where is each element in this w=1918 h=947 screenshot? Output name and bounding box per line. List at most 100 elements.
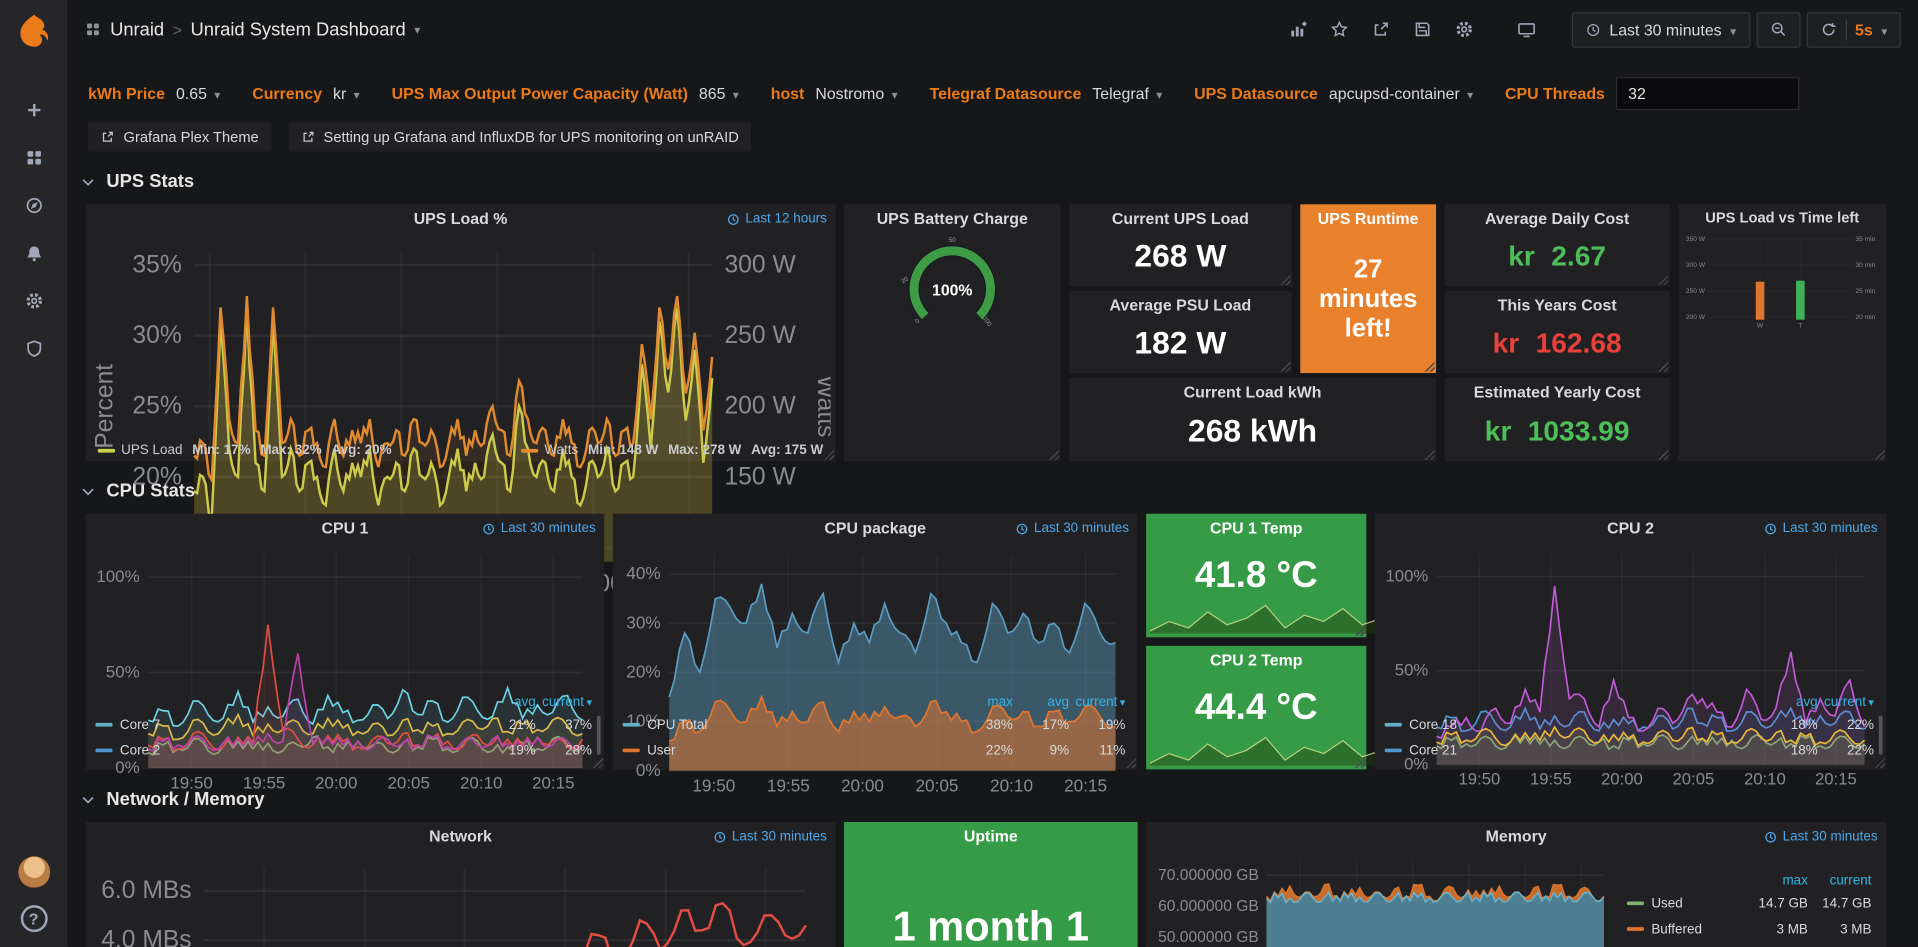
panel-ups-load-vs-time-left: UPS Load vs Time left WT200 W250 W300 W3… [1678,204,1886,461]
legend-col-header-sort[interactable]: current [536,695,592,710]
legend-col-header-sort[interactable]: current [1069,695,1125,710]
share-icon[interactable] [1363,12,1398,47]
cycle-view-tv-icon[interactable] [1509,12,1544,47]
breadcrumb-dashboard-title[interactable]: Unraid System Dashboard [191,19,406,40]
zoom-out-button[interactable] [1756,12,1800,47]
save-icon[interactable] [1405,12,1440,47]
legend-row[interactable]: Core 219%28% [95,738,592,764]
svg-text:19:55: 19:55 [767,775,810,795]
dashboard-link-grafana-plex[interactable]: Grafana Plex Theme [88,122,271,151]
svg-text:Watts: Watts [812,375,830,437]
dashboard-link-ups-guide[interactable]: Setting up Grafana and InfluxDB for UPS … [288,122,751,151]
panel-title[interactable]: UPS Battery Charge [844,204,1061,231]
panel-title[interactable]: CPU 2 Temp [1146,646,1366,673]
var-dropdown[interactable]: 0.65 [176,84,220,102]
panel-title[interactable]: Average Daily Cost [1445,204,1670,231]
svg-text:20:15: 20:15 [532,773,574,792]
create-icon[interactable] [0,86,67,134]
svg-text:20:10: 20:10 [460,773,502,792]
panel-title[interactable]: CPU 1 Temp [1146,514,1366,541]
var-dropdown[interactable]: Telegraf [1092,84,1162,102]
legend-col-header[interactable]: avg [1761,695,1817,710]
ups-load-time-left-bars[interactable]: WT200 W250 W300 W350 W20 min25 min30 min… [1683,231,1881,330]
battery-charge-gauge[interactable]: 02050100100% [849,231,1056,334]
cpu-threads-input[interactable] [1616,77,1799,110]
legend-col-header[interactable]: avg [1013,695,1069,710]
external-link-icon [300,130,315,145]
svg-text:4.0 MBs: 4.0 MBs [101,927,191,947]
svg-text:20:10: 20:10 [1744,770,1786,789]
svg-text:20:00: 20:00 [315,773,357,792]
network-chart[interactable]: 19:5019:5520:0020:0520:1020:156.0 MBs4.0… [91,849,831,947]
panel-time-override: Last 30 minutes [1764,829,1877,844]
svg-text:20%: 20% [132,463,181,490]
panel-title[interactable]: Current Load kWh [1069,378,1436,405]
add-panel-icon[interactable] [1280,12,1315,47]
svg-text:20:05: 20:05 [387,773,429,792]
memory-chart[interactable]: 19:5019:5520:0020:0520:1020:1570.000000 … [1151,849,1619,947]
clock-icon [1016,522,1029,535]
legend-scrollbar[interactable] [597,716,601,755]
alerting-icon[interactable] [0,229,67,277]
legend-col-header[interactable]: max [957,695,1013,710]
legend-row[interactable]: User22%9%11% [623,738,1126,764]
legend-col-header[interactable]: avg [479,695,535,710]
svg-text:20:00: 20:00 [1601,770,1643,789]
stat-value: 182 W [1069,316,1292,371]
var-label: host [771,84,805,102]
legend-row[interactable]: Core 721%37% [95,712,592,738]
panel-title[interactable]: UPS Load vs Time left [1678,204,1886,231]
panel-title[interactable]: This Years Cost [1445,291,1670,318]
configuration-gear-icon[interactable] [0,276,67,324]
legend-row[interactable]: Core 1818%22% [1385,712,1874,738]
var-dropdown[interactable]: apcupsd-container [1329,84,1473,102]
time-range-picker[interactable]: Last 30 minutes [1571,12,1749,47]
panel-title[interactable]: Current UPS Load [1069,204,1292,231]
breadcrumb[interactable]: Unraid > Unraid System Dashboard [84,18,420,40]
legend-row[interactable]: Used14.7 GB14.7 GB [1627,890,1872,916]
network-memory-row: Network Last 30 minutes 19:5019:5520:002… [86,822,1918,947]
cpu-temp-column: CPU 1 Temp 41.8 °C CPU 2 Temp 44.4 °C [1146,514,1366,770]
var-dropdown[interactable]: kr [333,84,360,102]
refresh-button-group[interactable]: 5s [1806,12,1901,47]
legend-col-header[interactable]: current [1808,873,1872,888]
clock-icon [714,830,727,843]
legend-col-header-sort[interactable]: current [1818,695,1874,710]
panel-current-ups-load: Current UPS Load 268 W [1069,204,1292,286]
user-avatar[interactable] [18,856,50,888]
panel-average-psu-load: Average PSU Load 182 W [1069,291,1292,373]
svg-text:20:00: 20:00 [841,775,884,795]
explore-icon[interactable] [0,181,67,229]
cpu-panels-row: CPU 1 Last 30 minutes 19:5019:5520:0020:… [86,514,1918,770]
panel-title[interactable]: Average PSU Load [1069,291,1292,318]
help-icon[interactable] [20,905,47,932]
dashboard-settings-gear-icon[interactable] [1447,12,1482,47]
legend-item[interactable]: UPS LoadMin: 17%Max: 32%Avg: 20% [98,443,392,458]
var-currency: Currencykr [252,84,360,102]
series-swatch [623,749,640,753]
var-dropdown[interactable]: 865 [699,84,739,102]
legend-scrollbar[interactable] [1879,716,1883,755]
grafana-logo-icon[interactable] [15,12,52,49]
dashboards-icon[interactable] [0,133,67,181]
server-admin-shield-icon[interactable] [0,324,67,372]
legend-col-header[interactable]: max [1744,873,1808,888]
breadcrumb-app[interactable]: Unraid [110,19,164,40]
section-header-ups-stats[interactable]: UPS Stats [81,171,1918,192]
panel-title[interactable]: Uptime [844,822,1138,849]
legend-row[interactable]: Buffered3 MB3 MB [1627,916,1872,942]
chevron-down-icon [81,174,96,189]
panel-title[interactable]: UPS Load % [86,204,836,231]
svg-text:350 W: 350 W [1686,236,1706,243]
grafana-dashboard: Unraid > Unraid System Dashboard [0,0,1918,947]
var-dropdown[interactable]: Nostromo [815,84,897,102]
panel-title[interactable]: UPS Runtime [1300,204,1436,231]
stat-value: kr 1033.99 [1445,402,1670,458]
panel-uptime: Uptime 1 month 1 [844,822,1138,947]
legend-row[interactable]: CPU Total38%17%19% [623,712,1126,738]
panel-title[interactable]: Estimated Yearly Cost [1445,378,1670,405]
legend-row[interactable]: Core 2118%22% [1385,738,1874,764]
refresh-interval-label[interactable]: 5s [1855,20,1873,38]
star-icon[interactable] [1322,12,1357,47]
legend-item[interactable]: WattsMin: 148 WMax: 278 WAvg: 175 W [521,443,823,458]
